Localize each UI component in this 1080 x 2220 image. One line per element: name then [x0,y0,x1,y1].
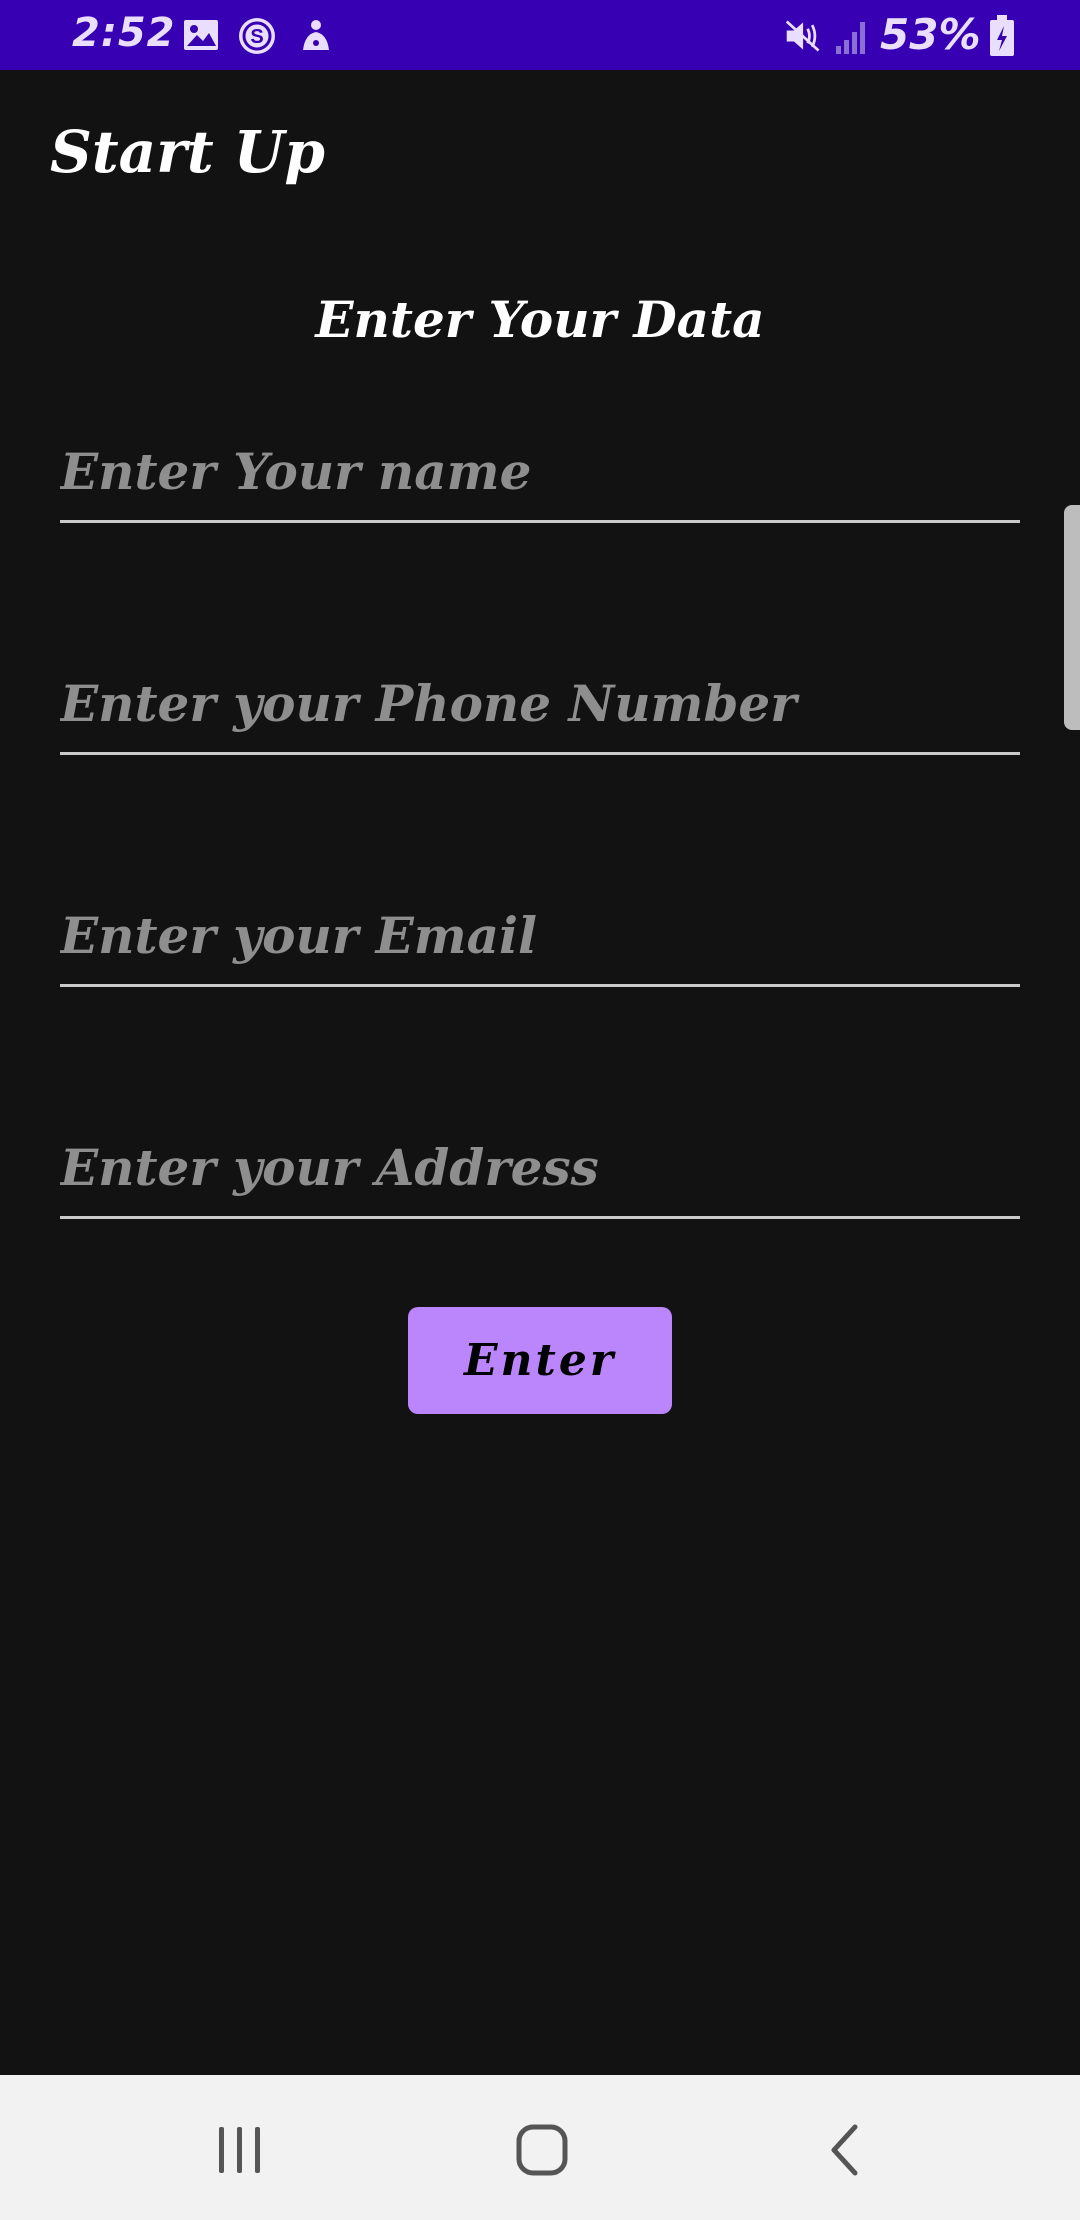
address-field[interactable] [60,1126,1020,1219]
image-icon [184,20,218,50]
name-field[interactable] [60,430,1020,523]
recent-apps-icon[interactable] [195,2105,285,2195]
enter-button[interactable]: Enter [408,1307,672,1414]
notification-icon [303,20,329,50]
back-icon[interactable] [800,2105,890,2195]
mute-icon [785,20,820,52]
battery-percent: 53% [880,10,981,59]
name-input[interactable] [60,430,1020,520]
home-icon[interactable] [497,2105,587,2195]
email-input[interactable] [60,894,1020,984]
status-time: 2:52 [72,10,176,56]
signal-icon [836,22,865,54]
phone-field[interactable] [60,662,1020,755]
phone-input[interactable] [60,662,1020,752]
email-field[interactable] [60,894,1020,987]
svg-text:S: S [250,26,263,48]
address-input[interactable] [60,1126,1020,1216]
navigation-bar [0,2075,1080,2220]
s-app-icon: S [239,18,275,54]
battery-icon [990,15,1014,56]
scroll-handle[interactable] [1064,505,1080,730]
status-bar: 2:52 S 53% [0,0,1080,70]
app-title: Start Up [50,118,325,186]
form-heading: Enter Your Data [315,290,765,349]
